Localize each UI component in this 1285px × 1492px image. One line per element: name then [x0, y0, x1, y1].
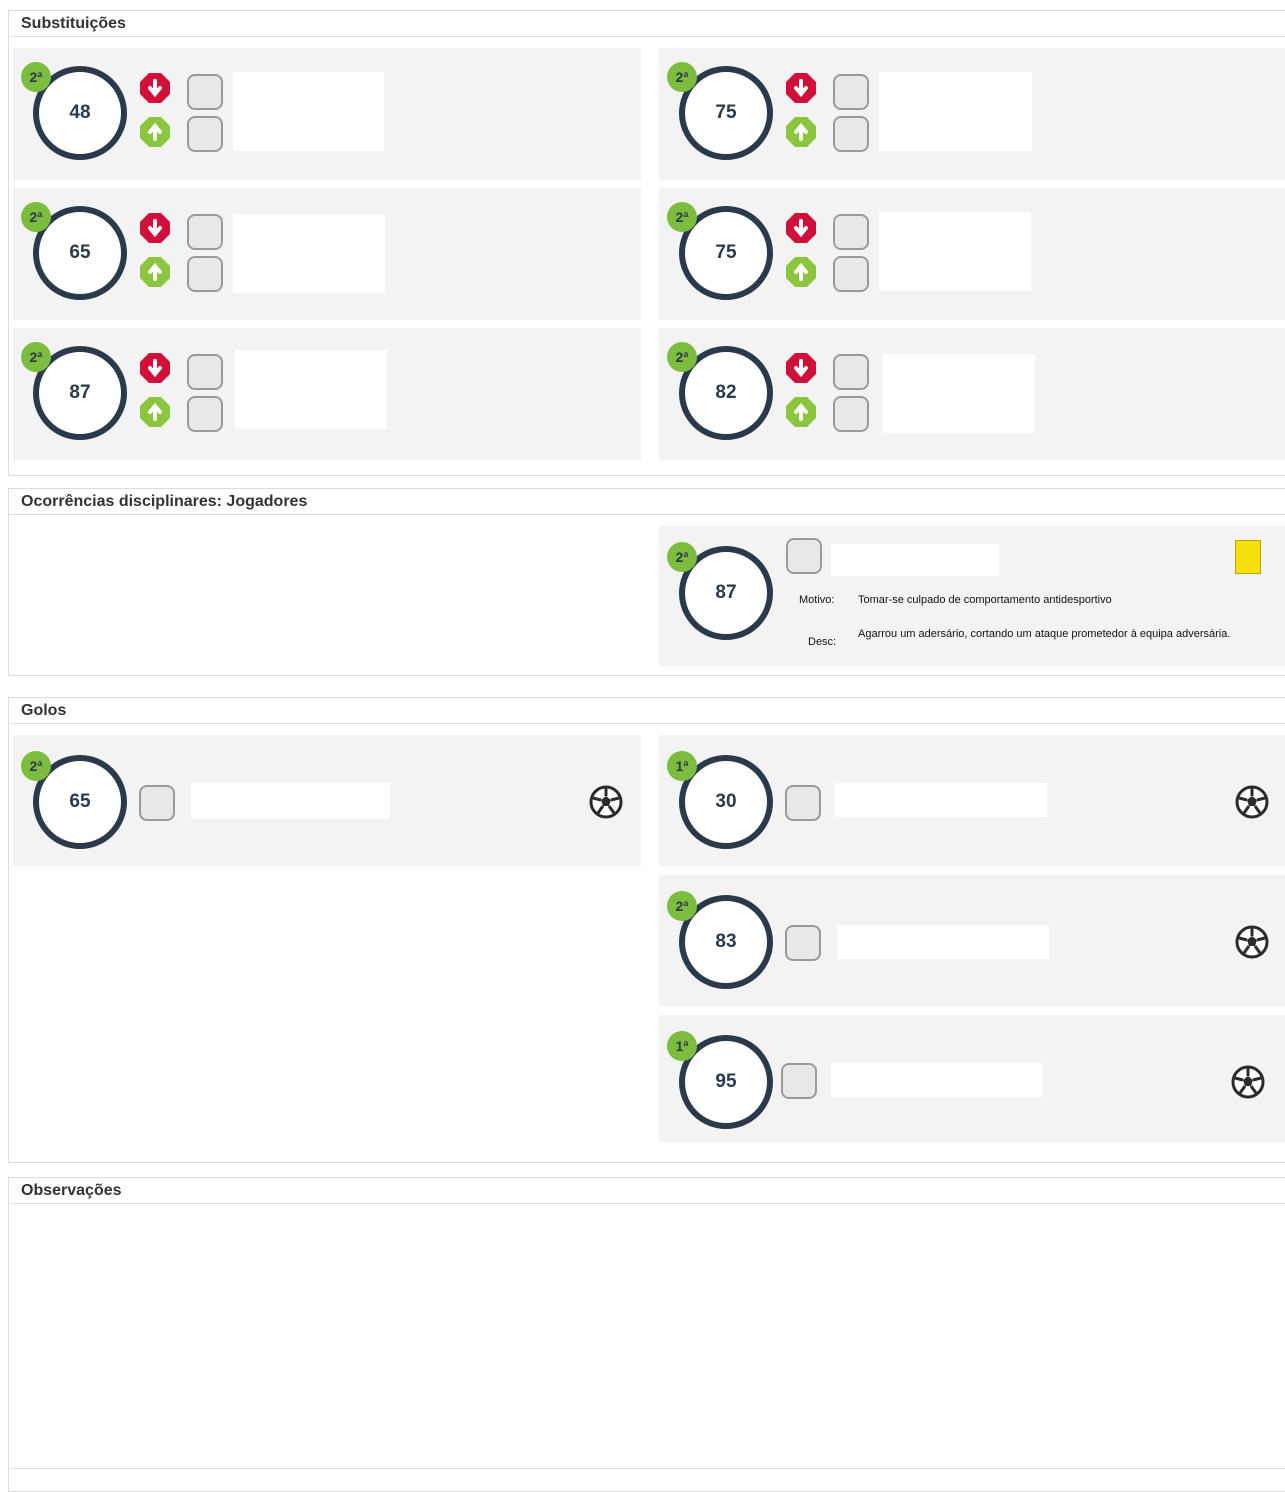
discipline-title: Ocorrências disciplinares: Jogadores [9, 489, 1285, 515]
minute-badge: 65 2ª [21, 751, 127, 849]
sub-out-icon [139, 212, 171, 244]
minute-badge: 75 2ª [667, 62, 773, 160]
player-name-redacted [191, 783, 390, 819]
goals-title: Golos [9, 698, 1285, 724]
sub-out-icon [139, 72, 171, 104]
goal-card: 95 1ª [659, 1015, 1285, 1142]
sub-out-icon [785, 352, 817, 384]
player-shirt-icon [187, 214, 223, 250]
substitution-card: 48 2ª [13, 48, 641, 180]
minute-badge: 87 2ª [21, 342, 127, 440]
minute-badge: 48 2ª [21, 62, 127, 160]
sub-in-icon [139, 116, 171, 148]
substitution-card: 87 2ª [13, 328, 641, 460]
sub-in-icon [785, 396, 817, 428]
motivo-label: Motivo: [799, 594, 835, 606]
half-badge: 2ª [21, 202, 51, 232]
player-shirt-icon [785, 925, 821, 961]
motivo-text: Tomar-se culpado de comportamento antide… [858, 594, 1112, 606]
minute-badge: 30 1ª [667, 751, 773, 849]
minute-badge: 65 2ª [21, 202, 127, 300]
player-shirt-icon [187, 256, 223, 292]
player-shirt-icon [786, 538, 822, 574]
observations-section: Observações [8, 1177, 1285, 1492]
player-name-redacted [835, 783, 1047, 817]
substitution-card: 65 2ª [13, 188, 641, 320]
sub-out-icon [139, 352, 171, 384]
goal-card: 30 1ª [659, 735, 1285, 866]
player-name-redacted [235, 350, 387, 429]
player-name-redacted [879, 72, 1032, 151]
minute-badge: 95 1ª [667, 1031, 773, 1129]
half-badge: 1ª [667, 1031, 697, 1061]
substitution-card: 82 2ª [659, 328, 1285, 460]
observations-divider [9, 1468, 1285, 1469]
player-shirt-icon [139, 785, 175, 821]
soccer-ball-icon [1235, 785, 1269, 819]
half-badge: 2ª [21, 62, 51, 92]
player-name-redacted [233, 214, 385, 293]
sub-out-icon [785, 212, 817, 244]
minute-badge: 83 2ª [667, 891, 773, 989]
player-shirt-icon [781, 1063, 817, 1099]
player-shirt-icon [785, 785, 821, 821]
player-shirt-icon [187, 116, 223, 152]
desc-label: Desc: [808, 636, 837, 648]
player-shirt-icon [187, 354, 223, 390]
observations-title: Observações [9, 1178, 1285, 1204]
half-badge: 2ª [21, 342, 51, 372]
player-shirt-icon [833, 116, 869, 152]
player-name-redacted [233, 72, 384, 151]
player-shirt-icon [833, 74, 869, 110]
player-name-redacted [879, 212, 1031, 291]
player-shirt-icon [833, 214, 869, 250]
minute-badge: 87 2ª [667, 542, 773, 640]
sub-in-icon [785, 256, 817, 288]
player-name-redacted [831, 544, 999, 576]
sub-out-icon [785, 72, 817, 104]
half-badge: 2ª [667, 342, 697, 372]
player-shirt-icon [187, 396, 223, 432]
half-badge: 1ª [667, 751, 697, 781]
sub-in-icon [139, 256, 171, 288]
player-shirt-icon [833, 256, 869, 292]
minute-badge: 75 2ª [667, 202, 773, 300]
sub-in-icon [139, 396, 171, 428]
player-shirt-icon [833, 396, 869, 432]
player-shirt-icon [833, 354, 869, 390]
half-badge: 2ª [21, 751, 51, 781]
substitution-card: 75 2ª [659, 48, 1285, 180]
desc-text: Agarrou um adersário, cortando um ataque… [858, 628, 1231, 640]
half-badge: 2ª [667, 202, 697, 232]
goal-card: 83 2ª [659, 875, 1285, 1006]
half-badge: 2ª [667, 891, 697, 921]
player-name-redacted [837, 925, 1049, 959]
half-badge: 2ª [667, 62, 697, 92]
discipline-card: 87 2ª Motivo: Tomar-se culpado de compor… [659, 526, 1285, 666]
player-name-redacted [831, 1063, 1043, 1097]
player-shirt-icon [187, 74, 223, 110]
soccer-ball-icon [589, 785, 623, 819]
half-badge: 2ª [667, 542, 697, 572]
goal-card: 65 2ª [13, 735, 641, 866]
substitution-card: 75 2ª [659, 188, 1285, 320]
substitutions-title: Substituições [9, 11, 1285, 37]
soccer-ball-icon [1235, 925, 1269, 959]
soccer-ball-icon [1231, 1065, 1265, 1099]
yellow-card-icon [1235, 540, 1261, 574]
sub-in-icon [785, 116, 817, 148]
player-name-redacted [883, 354, 1035, 433]
minute-badge: 82 2ª [667, 342, 773, 440]
